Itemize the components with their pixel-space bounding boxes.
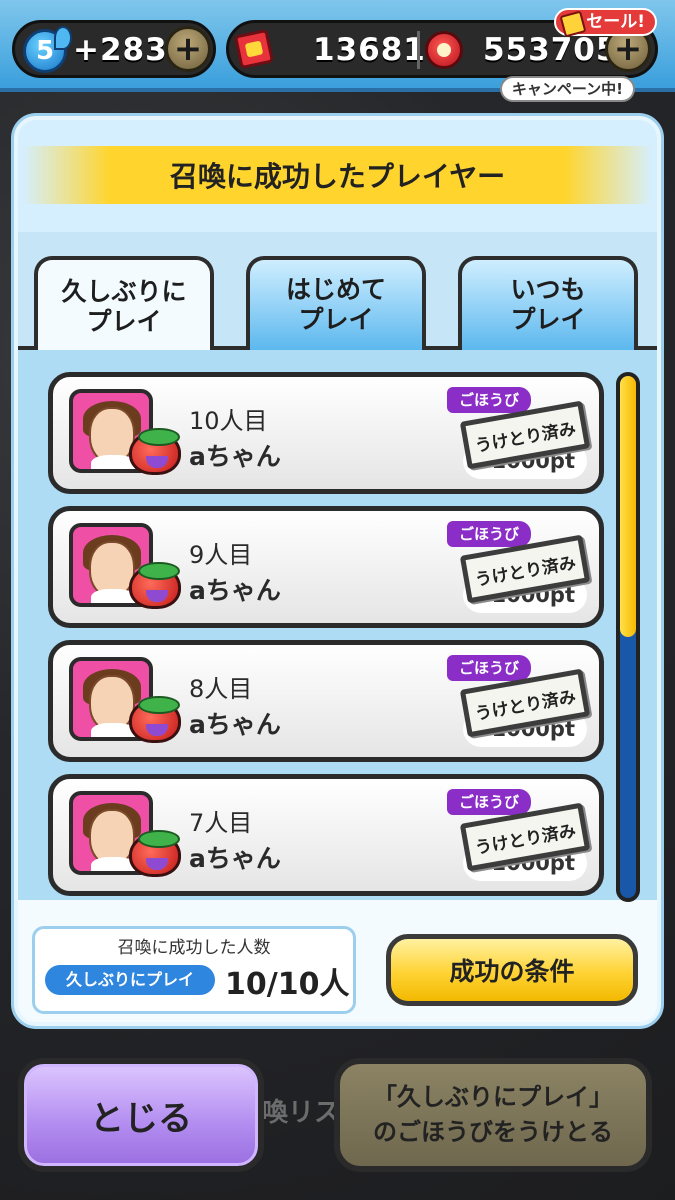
reward-label: ごほうび (447, 521, 532, 547)
yokai-icon (129, 562, 181, 609)
entry-rank: 10人目 (189, 407, 268, 435)
success-count-card: 召喚に成功した人数 久しぶりにプレイ 10/10人 (32, 926, 356, 1014)
entry-rank: 9人目 (189, 541, 253, 569)
summon-success-modal: 召喚に成功したプレイヤー 久しぶりに プレイ はじめて プレイ いつも プレイ … (14, 116, 661, 1026)
yokai-icon (129, 696, 181, 743)
yokai-icon (129, 428, 181, 475)
coin-count: 553705 (483, 32, 619, 68)
modal-header: 召喚に成功したプレイヤー (18, 120, 657, 232)
success-count-value: 10/10人 (225, 967, 350, 1002)
entry-rank: 8人目 (189, 675, 253, 703)
scrollbar[interactable] (616, 372, 640, 902)
add-stamina-button[interactable]: + (165, 26, 211, 72)
entry-name: aちゃん (189, 576, 281, 605)
list-item[interactable]: 10人目 aちゃん ごほうび 1000pt うけとり済み (48, 372, 604, 494)
reward-label: ごほうび (447, 387, 532, 413)
stamina-pill: 5 +283 + (12, 20, 216, 78)
tab-always-play[interactable]: いつも プレイ (458, 256, 638, 350)
success-conditions-button[interactable]: 成功の条件 (386, 934, 638, 1006)
sale-badge[interactable]: セール! (554, 8, 657, 36)
entry-name: aちゃん (189, 710, 281, 739)
ticket-icon (233, 28, 275, 70)
tab-bar: 久しぶりに プレイ はじめて プレイ いつも プレイ (18, 232, 657, 354)
campaign-badge[interactable]: キャンペーン中! (499, 76, 635, 102)
reward-label: ごほうび (447, 655, 532, 681)
close-button[interactable]: とじる (18, 1058, 264, 1172)
list-item[interactable]: 8人目 aちゃん ごほうび 1000pt うけとり済み (48, 640, 604, 762)
ticket-count: 13681 (313, 32, 426, 68)
entry-name: aちゃん (189, 442, 281, 471)
entry-name: aちゃん (189, 844, 281, 873)
claim-reward-button[interactable]: 「久しぶりにプレイ」 のごほうびをうけとる (334, 1058, 652, 1172)
background-list-label: 喚リス (262, 1098, 341, 1128)
currency-divider (417, 31, 420, 69)
coin-icon (425, 31, 463, 69)
category-badge: 久しぶりにプレイ (45, 965, 215, 995)
list-item[interactable]: 7人目 aちゃん ごほうび 1000pt うけとり済み (48, 774, 604, 896)
entry-rank: 7人目 (189, 809, 253, 837)
tab-first-play[interactable]: はじめて プレイ (246, 256, 426, 350)
stamina-icon: 5 (23, 26, 72, 73)
success-count-title: 召喚に成功した人数 (117, 938, 271, 958)
reward-label: ごほうび (447, 789, 532, 815)
tab-long-time-play[interactable]: 久しぶりに プレイ (34, 256, 214, 354)
scrollbar-thumb[interactable] (620, 376, 636, 637)
list-item[interactable]: 9人目 aちゃん ごほうび 1000pt うけとり済み (48, 506, 604, 628)
yokai-icon (129, 830, 181, 877)
stamina-bonus: +283 (73, 32, 168, 68)
modal-title: 召喚に成功したプレイヤー (22, 146, 653, 204)
